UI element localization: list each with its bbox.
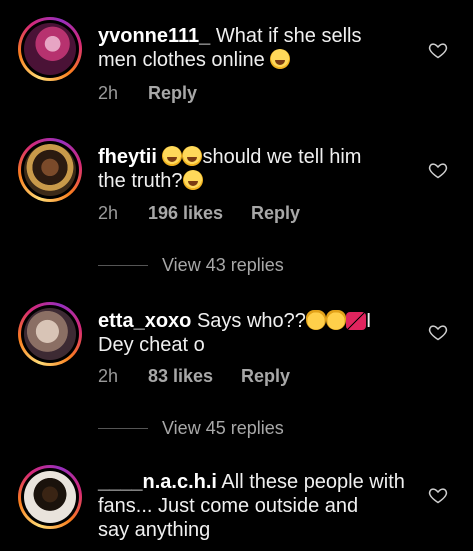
view-replies-label: View 43 replies bbox=[162, 255, 284, 275]
face-with-tears-of-joy-icon bbox=[182, 146, 203, 166]
comment-body-line2: the truth? bbox=[98, 170, 183, 192]
divider bbox=[98, 265, 148, 266]
comment-text: yvonne111_ What if she sells men clothes… bbox=[98, 24, 416, 72]
heart-outline-icon[interactable] bbox=[428, 485, 448, 505]
reply-button[interactable]: Reply bbox=[148, 83, 197, 104]
comment-username[interactable]: yvonne111_ bbox=[98, 25, 210, 47]
avatar[interactable] bbox=[18, 302, 82, 366]
heart-outline-icon[interactable] bbox=[428, 322, 448, 342]
heart-outline-icon[interactable] bbox=[428, 160, 448, 180]
comment-body-line2: fans... Just come outside and bbox=[98, 495, 359, 517]
likes-count[interactable]: 83 likes bbox=[148, 366, 213, 387]
comment-text: etta_xoxo Says who?? I Dey cheat o bbox=[98, 309, 416, 357]
comment-text: ____n.a.c.h.i All these people with fans… bbox=[98, 470, 416, 542]
cat-with-tears-of-joy-icon bbox=[325, 310, 346, 330]
view-replies-label: View 45 replies bbox=[162, 418, 284, 438]
comment-body: All these people with bbox=[221, 471, 405, 493]
avatar[interactable] bbox=[18, 138, 82, 202]
comment-username[interactable]: ____n.a.c.h.i bbox=[98, 471, 217, 493]
comment-body-end: I bbox=[365, 310, 372, 332]
reply-button[interactable]: Reply bbox=[241, 366, 290, 387]
comment-username[interactable]: fheytii bbox=[98, 146, 157, 168]
cat-with-tears-of-joy-icon bbox=[305, 310, 326, 330]
face-with-tears-of-joy-icon bbox=[182, 170, 203, 190]
comment-body-line3: say anything bbox=[98, 519, 211, 541]
comment-time: 2h bbox=[98, 83, 119, 103]
comment-time: 2h bbox=[98, 366, 119, 386]
avatar[interactable] bbox=[18, 465, 82, 529]
likes-count[interactable]: 196 likes bbox=[148, 203, 223, 224]
comment-username[interactable]: etta_xoxo bbox=[98, 310, 191, 332]
comment-time: 2h bbox=[98, 203, 119, 223]
avatar[interactable] bbox=[18, 17, 82, 81]
comment-body: What if she sells bbox=[215, 25, 362, 47]
comment-body: Says who?? bbox=[196, 310, 306, 332]
face-with-tears-of-joy-icon bbox=[270, 49, 291, 69]
comment-body-line2: Dey cheat o bbox=[98, 334, 205, 356]
reply-button[interactable]: Reply bbox=[251, 203, 300, 224]
face-with-tears-of-joy-icon bbox=[162, 146, 183, 166]
divider bbox=[98, 428, 148, 429]
comment-body: should we tell him bbox=[202, 146, 362, 168]
broken-heart-icon bbox=[345, 312, 366, 330]
heart-outline-icon[interactable] bbox=[428, 40, 448, 60]
comment-text: fheytii should we tell him the truth? bbox=[98, 145, 416, 193]
comment-body-line2: men clothes online bbox=[98, 49, 265, 71]
